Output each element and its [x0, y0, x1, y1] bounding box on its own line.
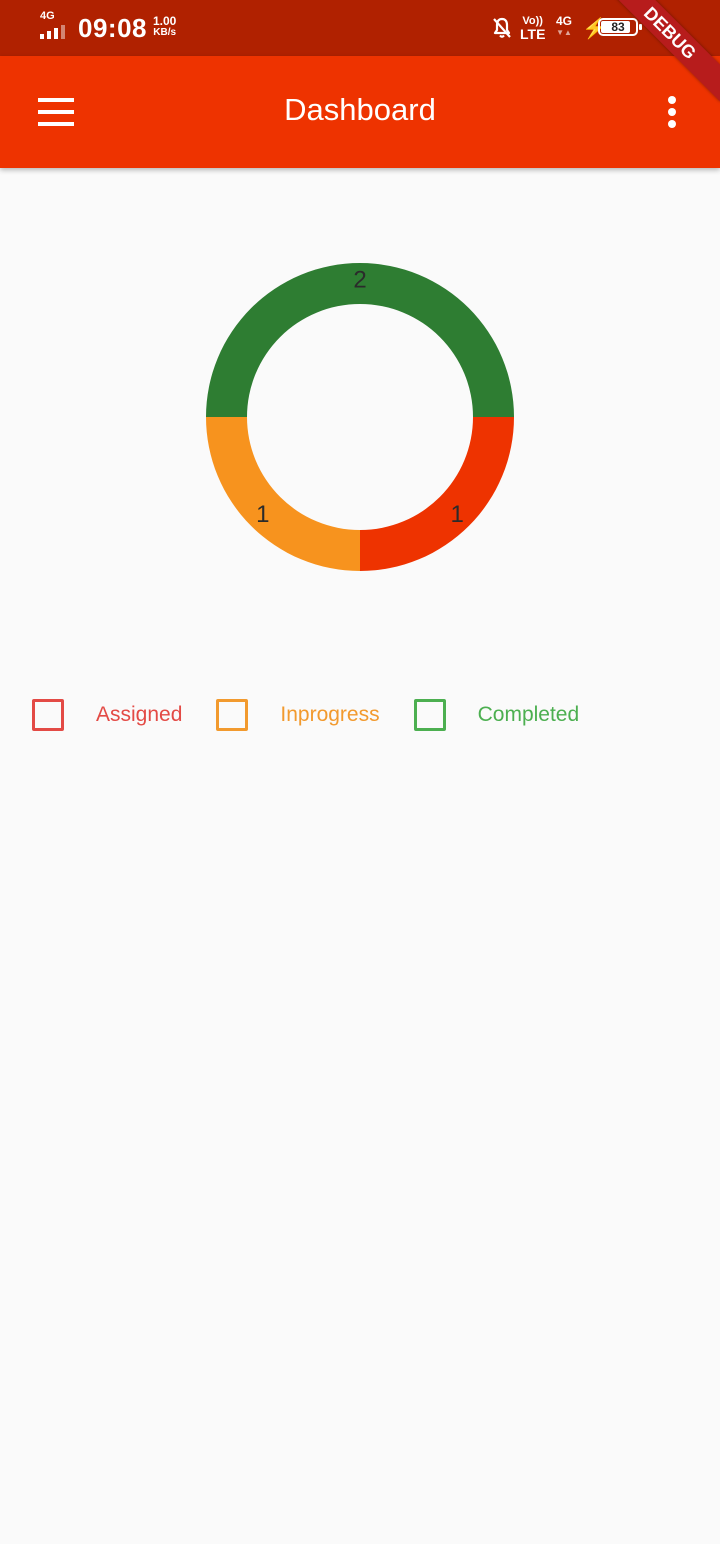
legend-label-inprogress: Inprogress	[280, 703, 380, 726]
mobile-data-type: 4G	[556, 14, 573, 28]
clock-time: 09:08	[78, 13, 147, 43]
legend-checkbox-inprogress[interactable]	[216, 699, 249, 731]
mobile-data-indicator: 4G ▼▲	[556, 15, 572, 39]
battery-nub	[639, 24, 642, 30]
donut-value-label-assigned: 1	[451, 501, 464, 528]
page-title: Dashboard	[284, 92, 436, 127]
legend-item-inprogress[interactable]: Inprogress	[216, 699, 380, 731]
legend-label-completed: Completed	[477, 703, 580, 726]
more-options-button[interactable]	[652, 92, 692, 132]
network-speed: 1.00 KB/s	[153, 15, 176, 39]
battery-icon: 83	[598, 18, 642, 36]
data-activity-icon: ▼▲	[556, 28, 572, 37]
notifications-off-icon	[493, 17, 511, 38]
tasks-donut-chart: 1 1 2	[206, 263, 514, 571]
donut-value-label-completed: 2	[353, 267, 366, 294]
volte-indicator: Vo)) LTE	[520, 15, 545, 41]
status-bar: 4G 09:08 1.00 KB/s Vo)) LTE 4G ▼▲ ⚡ 83 D…	[0, 0, 720, 102]
legend-item-completed[interactable]: Completed	[413, 699, 580, 731]
app-bar: Dashboard	[0, 56, 720, 168]
network-speed-unit: KB/s	[153, 27, 177, 38]
battery-level: 83	[611, 20, 625, 34]
more-vertical-icon	[668, 96, 676, 104]
legend-checkbox-assigned[interactable]	[32, 699, 64, 731]
chart-legend: Assigned Inprogress Completed	[32, 698, 613, 732]
donut-slice-inprogress[interactable]	[206, 417, 360, 571]
donut-slice-assigned[interactable]	[360, 417, 514, 571]
volte-bottom-label: LTE	[520, 26, 546, 42]
legend-checkbox-completed[interactable]	[413, 699, 446, 731]
signal-strength-icon	[40, 25, 65, 39]
donut-value-label-inprogress: 1	[256, 501, 269, 528]
legend-item-assigned[interactable]: Assigned	[32, 699, 182, 731]
legend-label-assigned: Assigned	[96, 703, 183, 726]
network-type-label: 4G	[40, 10, 55, 22]
network-speed-value: 1.00	[153, 14, 177, 28]
